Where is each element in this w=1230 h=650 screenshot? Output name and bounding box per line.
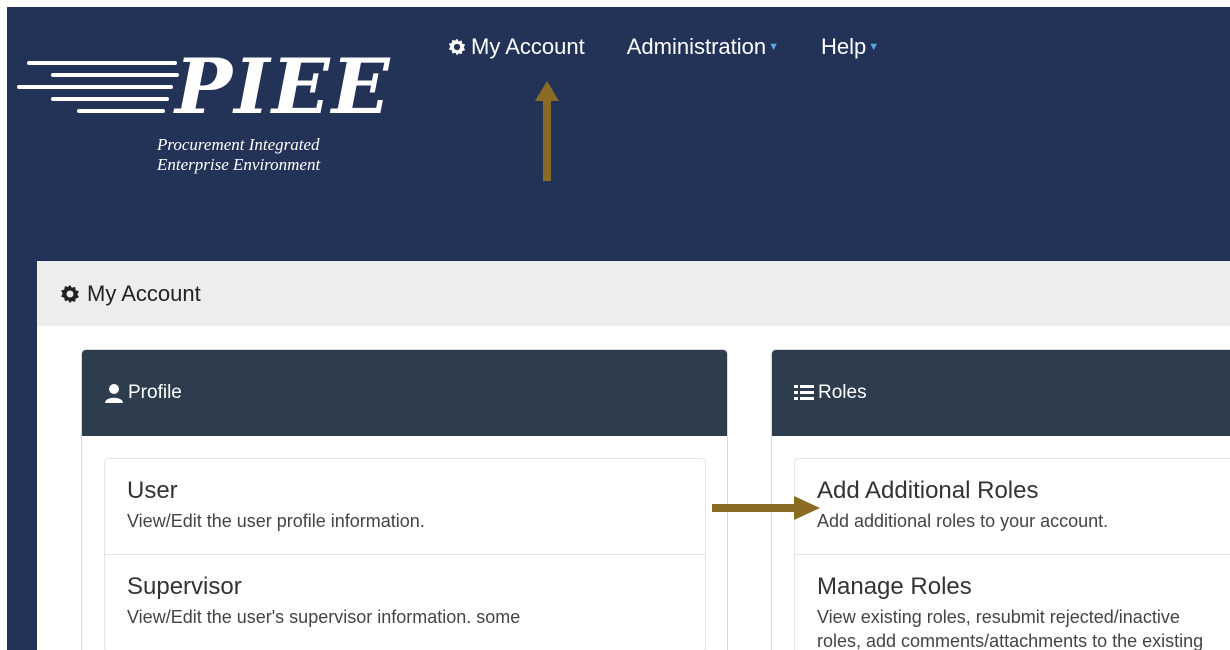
logo-stripe xyxy=(17,85,173,89)
roles-card-title: Roles xyxy=(818,382,867,403)
annotation-arrow-right-icon xyxy=(712,496,820,520)
list-item-desc-line2: roles, add comments/attachments to the e… xyxy=(817,631,1204,650)
list-item-user[interactable]: User View/Edit the user profile informat… xyxy=(105,459,705,555)
logo-stripe xyxy=(51,97,169,101)
nav-administration-label: Administration xyxy=(626,34,767,59)
list-item-desc: View/Edit the user profile information. xyxy=(127,511,425,531)
annotation-arrow-up-icon xyxy=(535,81,559,181)
nav-help[interactable]: Help ▼ xyxy=(821,34,879,60)
list-item-desc: View existing roles, resubmit rejected/i… xyxy=(817,607,1180,627)
nav-my-account-label: My Account xyxy=(471,34,585,59)
profile-card-header: Profile xyxy=(82,350,727,436)
caret-down-icon: ▼ xyxy=(868,41,880,53)
panel-heading: My Account xyxy=(37,261,1230,326)
logo-stripe xyxy=(51,73,179,77)
list-icon xyxy=(794,385,814,400)
profile-list: User View/Edit the user profile informat… xyxy=(104,458,706,650)
logo-stripe xyxy=(27,61,177,65)
logo-tagline-line2: Enterprise Environment xyxy=(157,155,321,174)
logo-stripe xyxy=(77,109,165,113)
logo-tagline-line1: Procurement Integrated xyxy=(157,135,320,154)
list-item-supervisor[interactable]: Supervisor View/Edit the user's supervis… xyxy=(105,555,705,650)
app-frame: PIEE Procurement Integrated Enterprise E… xyxy=(7,7,1230,650)
nav-help-label: Help xyxy=(821,34,867,59)
list-item-desc: View/Edit the user's supervisor informat… xyxy=(127,607,521,627)
logo-tagline: Procurement Integrated Enterprise Enviro… xyxy=(157,135,320,175)
list-item-title: User xyxy=(127,477,178,504)
panel-title: My Account xyxy=(87,280,201,306)
piee-logo[interactable]: PIEE Procurement Integrated Enterprise E… xyxy=(17,47,397,187)
caret-down-icon: ▼ xyxy=(768,41,779,53)
roles-list: Add Additional Roles Add additional role… xyxy=(794,458,1230,650)
list-item-title: Supervisor xyxy=(127,573,242,600)
logo-wordmark: PIEE xyxy=(175,42,392,131)
profile-card-title: Profile xyxy=(128,382,182,403)
roles-card: Roles Add Additional Roles Add additiona… xyxy=(771,349,1230,650)
list-item-add-additional-roles[interactable]: Add Additional Roles Add additional role… xyxy=(795,459,1230,555)
nav-administration[interactable]: Administration ▼ xyxy=(627,34,779,60)
gear-icon xyxy=(61,284,79,303)
profile-card: Profile User View/Edit the user profile … xyxy=(81,349,728,650)
user-icon xyxy=(105,384,123,403)
top-nav: My Account Administration ▼ Help ▼ xyxy=(447,29,921,65)
nav-my-account[interactable]: My Account xyxy=(447,34,585,60)
my-account-panel: My Account Profile User View/Edit the us… xyxy=(37,261,1230,650)
list-item-desc: Add additional roles to your account. xyxy=(817,511,1109,531)
gear-icon xyxy=(448,38,466,56)
list-item-title: Manage Roles xyxy=(817,573,972,600)
roles-card-header: Roles xyxy=(772,350,1230,436)
list-item-title: Add Additional Roles xyxy=(817,477,1039,504)
list-item-manage-roles[interactable]: Manage Roles View existing roles, resubm… xyxy=(795,555,1230,650)
